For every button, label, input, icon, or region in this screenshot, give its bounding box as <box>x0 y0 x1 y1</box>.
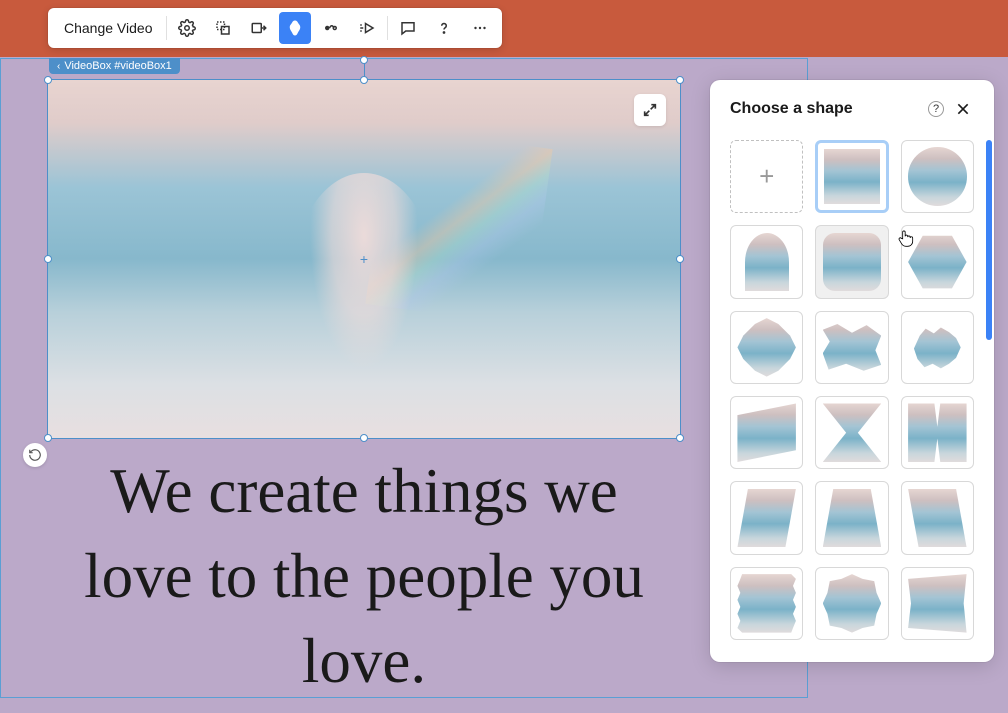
add-custom-shape[interactable]: + <box>730 140 803 213</box>
shape-jagged-thumb <box>823 318 881 376</box>
selection-label[interactable]: ‹ VideoBox #videoBox1 <box>49 58 180 74</box>
resize-handle-ml[interactable] <box>44 255 52 263</box>
shape-bowtie[interactable] <box>815 396 888 469</box>
settings-icon[interactable] <box>171 12 203 44</box>
undo-button[interactable] <box>23 443 47 467</box>
shape-jagged[interactable] <box>815 311 888 384</box>
more-icon[interactable] <box>464 12 496 44</box>
shape-grid: + <box>730 140 974 640</box>
shape-badge-thumb <box>823 574 881 632</box>
shape-parallelogram-left[interactable] <box>730 481 803 554</box>
rotate-handle[interactable] <box>360 56 368 64</box>
shape-icon[interactable] <box>279 12 311 44</box>
panel-help-icon[interactable]: ? <box>928 101 944 117</box>
shape-parallelogram-right[interactable] <box>901 481 974 554</box>
shape-organic-thumb <box>908 403 967 462</box>
resize-handle-br[interactable] <box>676 434 684 442</box>
close-icon[interactable] <box>952 98 974 120</box>
help-icon[interactable] <box>428 12 460 44</box>
shape-rounded-rectangle[interactable] <box>815 225 888 298</box>
shape-cloud[interactable] <box>901 311 974 384</box>
comment-icon[interactable] <box>392 12 424 44</box>
crop-icon[interactable] <box>207 12 239 44</box>
panel-title: Choose a shape <box>730 100 920 118</box>
page-heading[interactable]: We create things we love to the people y… <box>49 449 679 704</box>
shape-rounded-rectangle-thumb <box>823 233 881 291</box>
shape-rectangle[interactable] <box>815 140 888 213</box>
video-box[interactable]: + <box>47 79 681 439</box>
shape-arch-thumb <box>745 233 789 291</box>
panel-header: Choose a shape ? <box>710 80 994 130</box>
motion-icon[interactable] <box>351 12 383 44</box>
shape-trapezoid[interactable] <box>815 481 888 554</box>
video-content-figure <box>288 173 440 424</box>
shape-trapezoid-thumb <box>823 489 881 547</box>
mask-arrow-icon[interactable] <box>243 12 275 44</box>
change-video-button[interactable]: Change Video <box>52 14 164 42</box>
center-marker: + <box>358 253 370 265</box>
shape-wave[interactable] <box>730 396 803 469</box>
shape-panel: Choose a shape ? + <box>710 80 994 662</box>
shape-wave-thumb <box>737 403 795 461</box>
expand-button[interactable] <box>634 94 666 126</box>
animation-icon[interactable] <box>315 12 347 44</box>
floating-toolbar: Change Video <box>48 8 502 48</box>
resize-handle-tl[interactable] <box>44 76 52 84</box>
editor-canvas[interactable]: ‹ VideoBox #videoBox1 + We create things… <box>0 58 808 698</box>
shape-blob[interactable] <box>730 311 803 384</box>
shape-parallelogram-right-thumb <box>908 489 967 548</box>
shape-flag[interactable] <box>901 567 974 640</box>
shape-stamp-thumb <box>737 574 795 632</box>
shape-cloud-thumb <box>908 318 967 377</box>
shape-badge[interactable] <box>815 567 888 640</box>
resize-handle-mb[interactable] <box>360 434 368 442</box>
shape-hexagon-thumb <box>908 233 967 292</box>
panel-body: + <box>710 130 994 662</box>
scrollbar-thumb[interactable] <box>986 140 992 340</box>
resize-handle-tr[interactable] <box>676 76 684 84</box>
shape-bowtie-thumb <box>823 403 881 461</box>
shape-hexagon[interactable] <box>901 225 974 298</box>
shape-circle-thumb <box>908 147 967 206</box>
shape-rectangle-thumb <box>824 149 879 204</box>
divider <box>166 16 167 40</box>
shape-blob-thumb <box>737 318 795 376</box>
shape-flag-thumb <box>908 574 967 633</box>
shape-circle[interactable] <box>901 140 974 213</box>
resize-handle-mr[interactable] <box>676 255 684 263</box>
divider <box>387 16 388 40</box>
shape-organic[interactable] <box>901 396 974 469</box>
resize-handle-bl[interactable] <box>44 434 52 442</box>
resize-handle-mt[interactable] <box>360 76 368 84</box>
shape-stamp[interactable] <box>730 567 803 640</box>
shape-parallelogram-left-thumb <box>737 489 795 547</box>
shape-arch[interactable] <box>730 225 803 298</box>
